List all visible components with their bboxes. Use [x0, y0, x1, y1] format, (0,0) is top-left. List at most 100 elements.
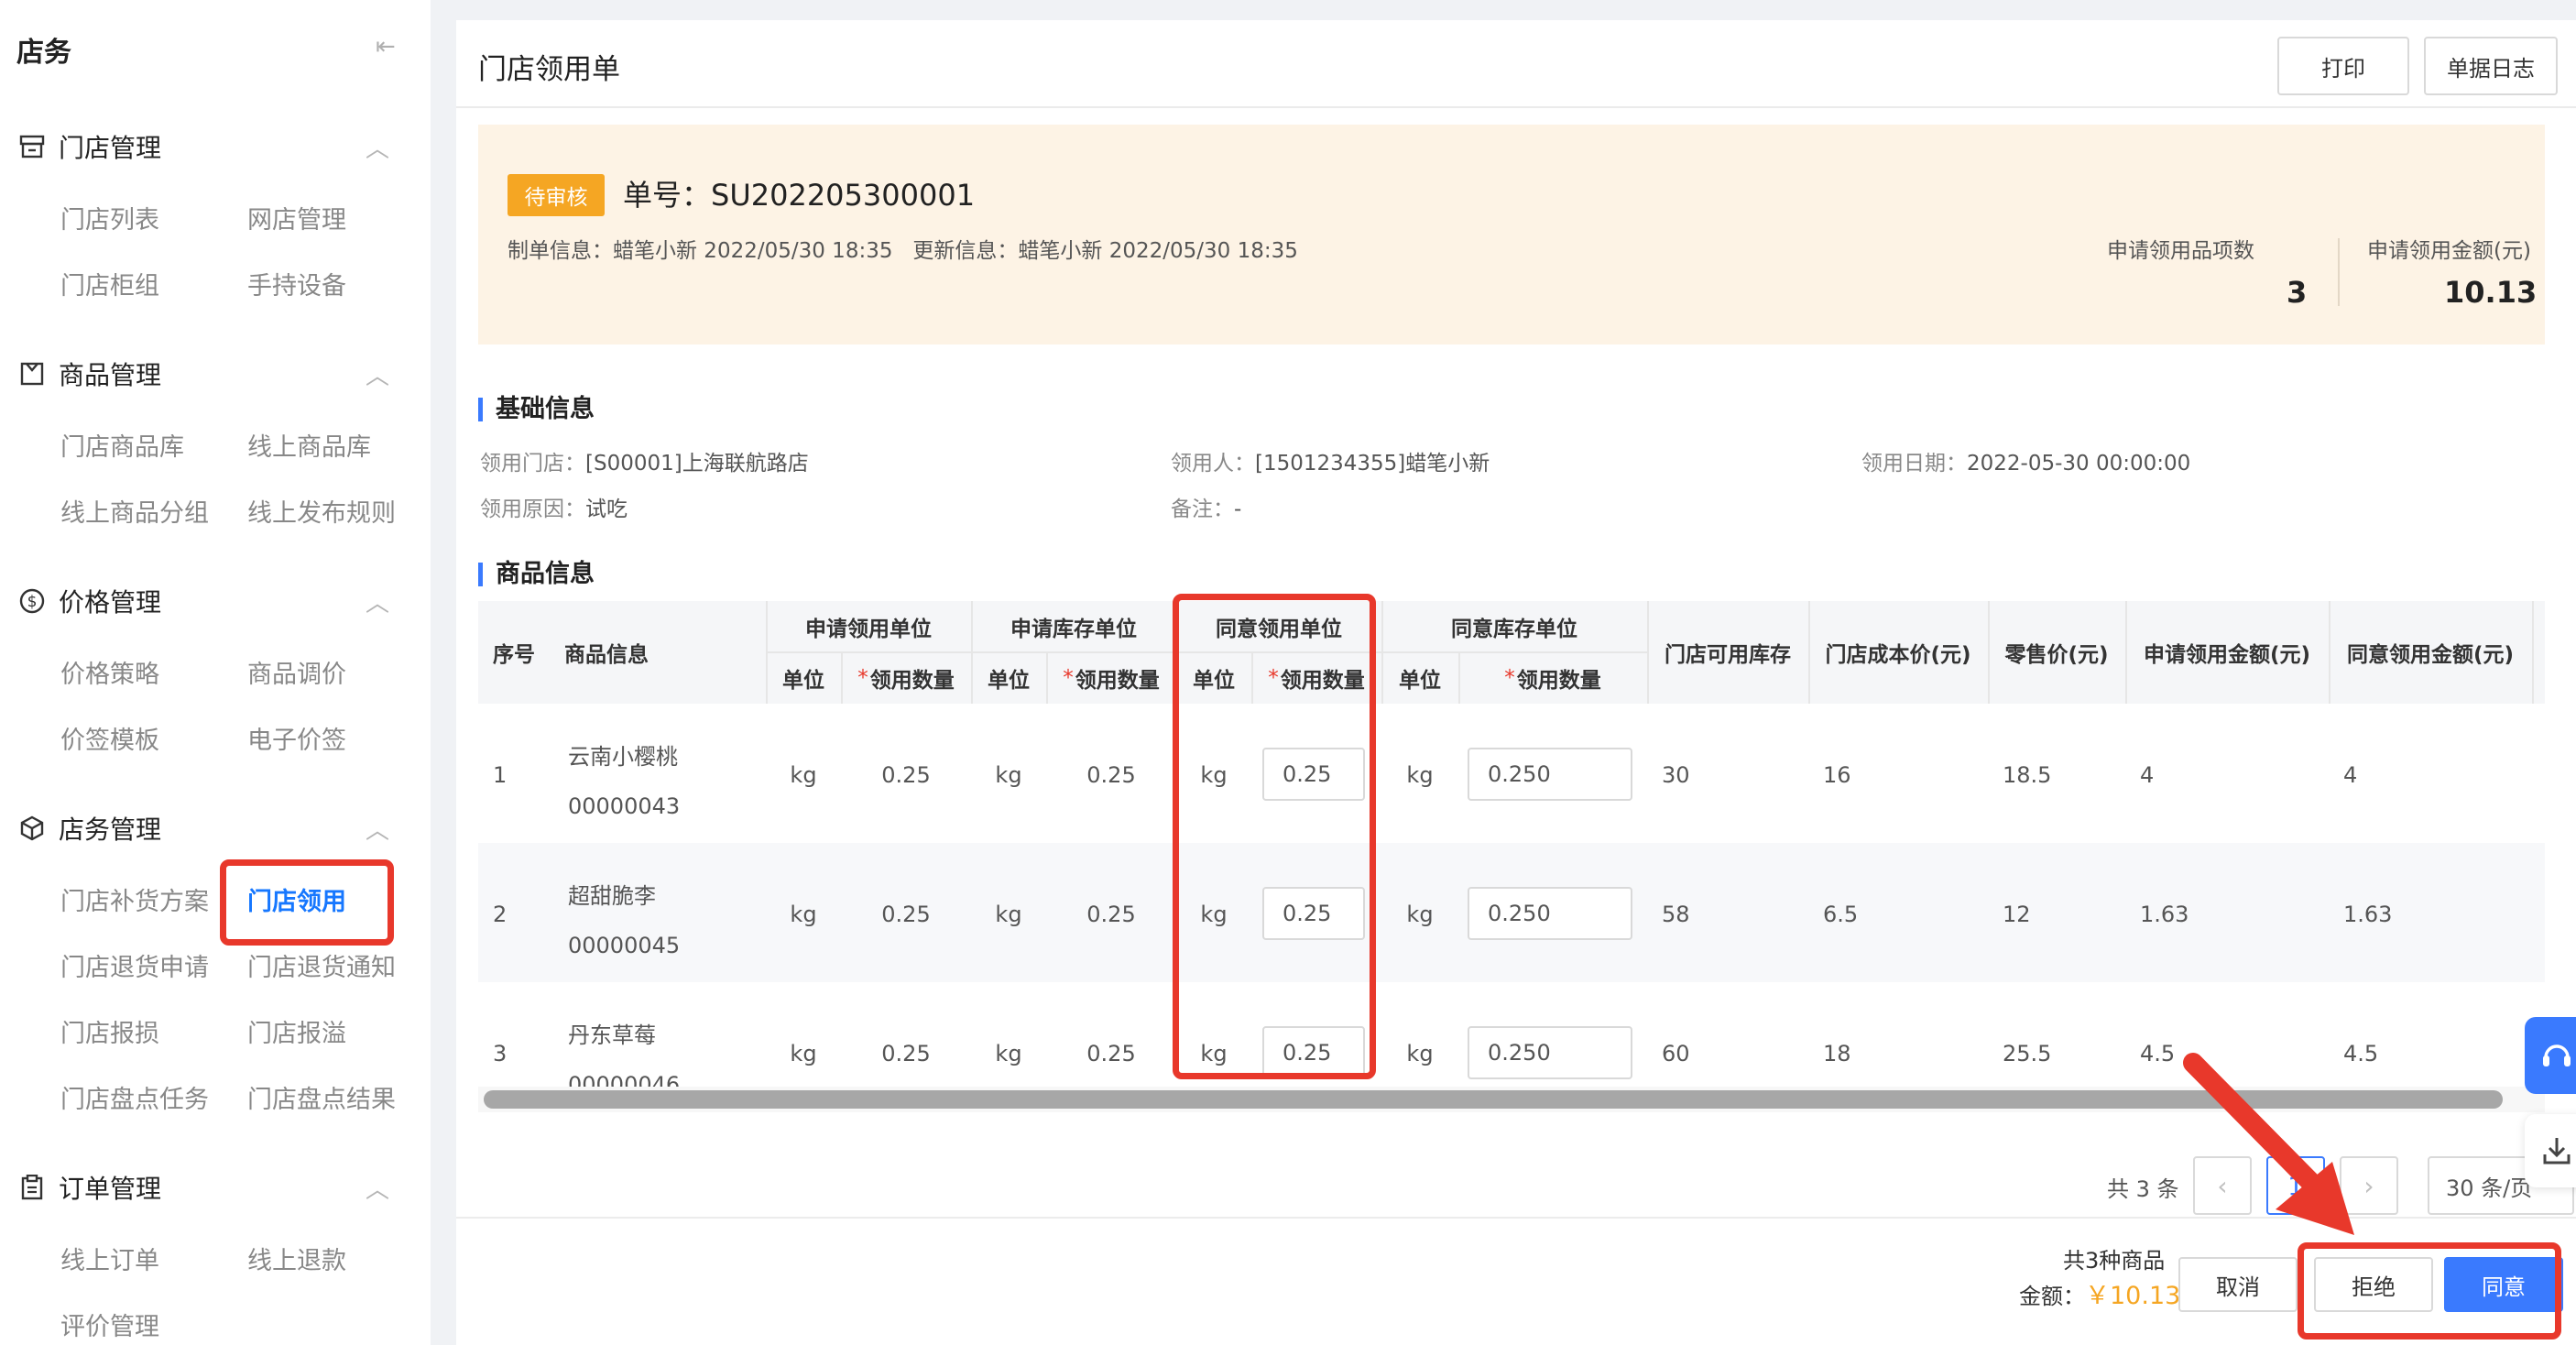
agree-button[interactable]: 同意 — [2444, 1257, 2563, 1312]
chevron-up-icon[interactable]: ︿ — [359, 585, 396, 618]
sidebar-item-store-list[interactable]: 门店列表 — [60, 200, 159, 235]
cell-cost: 6.5 — [1823, 902, 1859, 927]
agree-stock-qty-input[interactable]: 0.250 — [1468, 887, 1632, 940]
goods-table: 序号 商品信息 申请领用单位 单位 * 领用数量 申请库存单位 单位 * 领用数量 … — [478, 601, 2545, 1087]
prev-page-button[interactable]: ‹ — [2193, 1156, 2252, 1215]
cell-unit: kg — [1200, 902, 1228, 927]
th-qty: * 领用数量 — [1458, 652, 1647, 704]
sidebar-item-label-template[interactable]: 价签模板 — [60, 720, 159, 756]
cell-req-amount: 1.63 — [2140, 902, 2189, 927]
page-title: 门店领用单 — [478, 53, 620, 86]
th-agree-unit-group: 同意领用单位 — [1176, 601, 1381, 652]
divider — [1808, 601, 1810, 704]
page-number-button[interactable]: 1 — [2266, 1156, 2325, 1215]
agree-qty-input[interactable]: 0.25 — [1262, 748, 1365, 801]
divider — [2329, 601, 2330, 704]
cell-unit: kg — [790, 902, 817, 927]
info-store: 领用门店：[S00001]上海联航路店 — [480, 452, 809, 476]
chevron-up-icon[interactable]: ︿ — [359, 130, 396, 164]
amount-label: 申请领用金额(元) — [2367, 239, 2531, 263]
sidebar-item-online-goods[interactable]: 线上商品库 — [247, 427, 371, 463]
status-badge: 待审核 — [508, 174, 605, 216]
menu-group-store[interactable]: 门店管理 — [18, 128, 403, 165]
cell-unit: kg — [790, 762, 817, 788]
info-remark: 备注：- — [1171, 498, 1242, 521]
cell-unit: kg — [995, 902, 1022, 927]
cell-goods-name: 超甜脆李 — [568, 883, 656, 909]
agree-stock-qty-input[interactable]: 0.250 — [1468, 748, 1632, 801]
cell-qty: 0.25 — [1086, 1041, 1136, 1066]
reject-button[interactable]: 拒绝 — [2314, 1257, 2433, 1312]
cell-goods-code: 00000046 — [568, 1072, 681, 1087]
cell-agree-amount: 4 — [2343, 762, 2358, 788]
amount-value: 10.13 — [2444, 275, 2538, 310]
price-icon: $ — [18, 587, 46, 615]
sidebar-item-return-request[interactable]: 门店退货申请 — [60, 947, 209, 983]
cell-unit: kg — [1406, 762, 1434, 788]
sidebar-item-price-adjust[interactable]: 商品调价 — [247, 654, 346, 690]
chevron-up-icon[interactable]: ︿ — [359, 812, 396, 846]
sidebar-item-online-group[interactable]: 线上商品分组 — [60, 493, 209, 529]
table-horizontal-scrollbar[interactable] — [478, 1087, 2545, 1112]
th-available: 门店可用库存 — [1647, 601, 1808, 704]
chevron-up-icon[interactable]: ︿ — [359, 1171, 396, 1205]
next-page-button[interactable]: › — [2340, 1156, 2398, 1215]
th-unit: 单位 — [1381, 652, 1458, 704]
agree-stock-qty-input[interactable]: 0.250 — [1468, 1026, 1632, 1079]
th-unit: 单位 — [766, 652, 841, 704]
divider — [1458, 652, 1460, 704]
sidebar-item-return-notice[interactable]: 门店退货通知 — [247, 947, 396, 983]
cell-seq: 2 — [493, 902, 508, 927]
sidebar-item-online-order[interactable]: 线上订单 — [60, 1241, 159, 1276]
print-button[interactable]: 打印 — [2277, 37, 2409, 95]
sidebar-item-store-goods[interactable]: 门店商品库 — [60, 427, 184, 463]
sidebar-item-online-store[interactable]: 网店管理 — [247, 200, 346, 235]
sidebar-item-store-requisition[interactable]: 门店领用 — [247, 881, 346, 917]
th-retail: 零售价(元) — [1988, 601, 2125, 704]
sidebar-item-price-strategy[interactable]: 价格策略 — [60, 654, 159, 690]
headset-icon — [2543, 1044, 2571, 1066]
sidebar-item-replenish[interactable]: 门店补货方案 — [60, 881, 209, 917]
customer-service-button[interactable] — [2525, 1017, 2576, 1094]
sidebar-item-store-counter[interactable]: 门店柜组 — [60, 266, 159, 301]
sidebar-title: 店务 — [16, 37, 71, 69]
sidebar-item-stocktake-result[interactable]: 门店盘点结果 — [247, 1079, 396, 1115]
menu-group-order[interactable]: 订单管理 — [18, 1169, 403, 1206]
cube-icon — [18, 815, 46, 842]
sidebar-item-loss-report[interactable]: 门店报损 — [60, 1013, 159, 1049]
cancel-button[interactable]: 取消 — [2178, 1257, 2298, 1312]
th-unit: 单位 — [971, 652, 1046, 704]
log-button[interactable]: 单据日志 — [2424, 37, 2558, 95]
cell-available: 60 — [1662, 1041, 1690, 1066]
main-panel: 门店领用单 打印 单据日志 待审核 单号：SU202205300001 制单信息… — [456, 20, 2576, 1345]
scrollbar-thumb[interactable] — [484, 1090, 2503, 1109]
order-meta: 制单信息：蜡笔小新 2022/05/30 18:35 更新信息：蜡笔小新 202… — [508, 239, 1298, 263]
sidebar-item-handheld[interactable]: 手持设备 — [247, 266, 346, 301]
cell-qty: 0.25 — [881, 1041, 931, 1066]
chevron-up-icon[interactable]: ︿ — [359, 357, 396, 391]
info-date: 领用日期：2022-05-30 00:00:00 — [1861, 452, 2191, 476]
menu-group-product[interactable]: 商品管理 — [18, 355, 403, 392]
sidebar-item-e-label[interactable]: 电子价签 — [247, 720, 346, 756]
th-seq: 序号 — [478, 601, 550, 704]
sidebar-item-online-refund[interactable]: 线上退款 — [247, 1241, 346, 1276]
collapse-sidebar-icon[interactable]: ⇤ — [376, 33, 396, 60]
sidebar-item-stocktake-task[interactable]: 门店盘点任务 — [60, 1079, 209, 1115]
chevron-right-icon: › — [2363, 1170, 2374, 1201]
menu-group-label: 门店管理 — [59, 133, 162, 163]
sidebar-item-overflow-report[interactable]: 门店报溢 — [247, 1013, 346, 1049]
cell-unit: kg — [790, 1041, 817, 1066]
agree-qty-input[interactable]: 0.25 — [1262, 887, 1365, 940]
menu-group-price[interactable]: $ 价格管理 — [18, 583, 403, 619]
agree-qty-input[interactable]: 0.25 — [1262, 1026, 1365, 1079]
menu-group-store-ops[interactable]: 店务管理 — [18, 810, 403, 847]
download-button[interactable] — [2525, 1114, 2576, 1187]
th-qty: * 领用数量 — [1046, 652, 1176, 704]
sidebar-item-reviews[interactable]: 评价管理 — [60, 1307, 159, 1342]
sidebar-item-publish-rule[interactable]: 线上发布规则 — [247, 493, 396, 529]
info-person: 领用人：[1501234355]蜡笔小新 — [1171, 452, 1490, 476]
cell-qty: 0.25 — [881, 762, 931, 788]
download-icon — [2543, 1138, 2571, 1165]
th-qty: * 领用数量 — [841, 652, 971, 704]
cell-unit: kg — [1406, 1041, 1434, 1066]
